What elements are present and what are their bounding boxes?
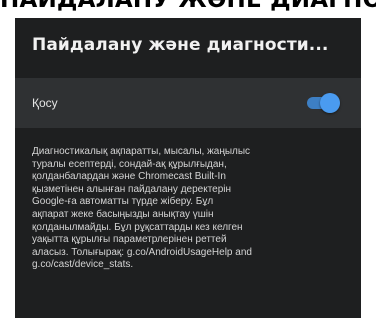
enable-toggle-row[interactable]: Қосу bbox=[15, 78, 361, 128]
caption-heading: ПАЙДАЛАНУ ЖӘНЕ ДИАГНОСТИКА bbox=[0, 0, 376, 13]
panel-header: Пайдалану және диагности... bbox=[15, 18, 361, 78]
switch-thumb bbox=[320, 93, 340, 113]
description-text: Диагностикалық ақпаратты, мысалы, жаңылы… bbox=[32, 146, 252, 271]
enable-switch[interactable] bbox=[306, 93, 340, 113]
panel-title: Пайдалану және диагности... bbox=[32, 35, 329, 55]
settings-panel: Пайдалану және диагности... Қосу Диагнос… bbox=[15, 18, 361, 318]
enable-toggle-label: Қосу bbox=[32, 96, 58, 110]
